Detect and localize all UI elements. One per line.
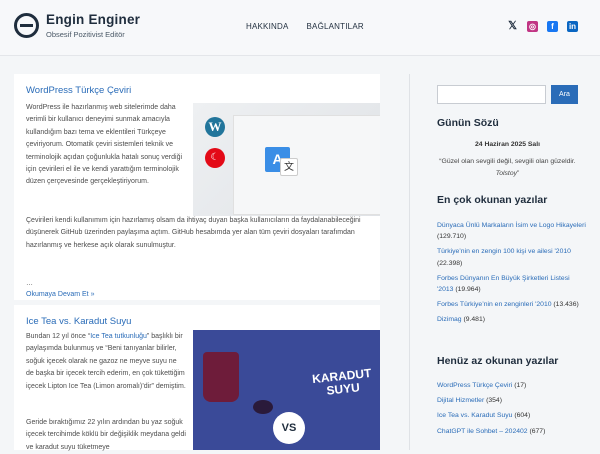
- least-read-heading: Henüz az okunan yazılar: [437, 355, 559, 367]
- list-item[interactable]: Dünyaca Ünlü Markaların İsim ve Logo Hik…: [437, 220, 587, 242]
- list-item-count: (354): [486, 397, 502, 405]
- most-read-heading: En çok okunan yazılar: [437, 194, 548, 206]
- image-caption-text: KARADUT SUYU: [311, 365, 372, 398]
- quote-heading: Günün Sözü: [437, 117, 499, 129]
- turkey-flag-icon: ☾: [205, 148, 225, 168]
- list-item[interactable]: Dijital Hizmetler (354): [437, 395, 587, 406]
- post-excerpt-2: Çevirileri kendi kullanımım için hazırla…: [26, 215, 376, 252]
- read-more-link[interactable]: Okumaya Devam Et »: [26, 291, 94, 298]
- linkedin-icon[interactable]: in: [567, 21, 578, 32]
- nav-item-baglantilar[interactable]: BAĞLANTILAR: [307, 22, 364, 31]
- list-item-count: (17): [514, 382, 527, 389]
- list-item-count: (9.481): [463, 316, 485, 324]
- post-excerpt-2: Geride bıraktığımız 22 yılın ardından bu…: [26, 419, 186, 451]
- social-links: 𝕏 ◎ f in: [507, 21, 578, 32]
- post-ellipsis: …: [26, 280, 33, 287]
- translate-ui-illustration: [233, 115, 380, 215]
- drink-glass-illustration: [203, 352, 239, 402]
- quote-text: “Güzel olan sevgili değil, sevgili olan …: [437, 156, 578, 179]
- site-header: Engin Enginer Obsesif Pozitivist Editör …: [0, 0, 600, 56]
- list-item-count: (13.436): [553, 301, 579, 309]
- post-excerpt: Bundan 12 yıl önce “Ice Tea tutkunluğu” …: [26, 331, 186, 393]
- x-icon[interactable]: 𝕏: [507, 21, 518, 32]
- wordpress-icon: W: [205, 117, 225, 137]
- list-item-count: (22.398): [437, 259, 463, 267]
- post-title[interactable]: WordPress Türkçe Çeviri: [26, 85, 131, 96]
- list-item[interactable]: ChatGPT ile Sohbet – 202402 (677): [437, 426, 587, 437]
- vs-badge: VS: [273, 412, 305, 444]
- quote-date: 24 Haziran 2025 Salı: [475, 141, 540, 148]
- list-item[interactable]: Türkiye’nin en zengin 100 kişi ve ailesi…: [437, 246, 587, 268]
- post-excerpt-2-text: Çevirileri kendi kullanımım için hazırla…: [26, 217, 361, 249]
- search-button[interactable]: Ara: [551, 85, 578, 104]
- column-divider: [409, 74, 410, 450]
- translate-target-icon: 文: [280, 158, 298, 176]
- site-tagline: Obsesif Pozitivist Editör: [46, 30, 125, 39]
- list-item-title[interactable]: WordPress Türkçe Çeviri: [437, 382, 512, 389]
- least-read-list: WordPress Türkçe Çeviri (17) Dijital Hiz…: [437, 380, 587, 441]
- post-featured-image[interactable]: W ☾ A 文: [193, 103, 380, 216]
- post-inline-link[interactable]: Ice Tea tutkunluğu: [90, 333, 147, 340]
- post-card: WordPress Türkçe Çeviri WordPress ile ha…: [14, 74, 380, 300]
- quote-author: Tolstoy: [495, 169, 518, 177]
- post-card: Ice Tea vs. Karadut Suyu Bundan 12 yıl ö…: [14, 305, 380, 451]
- post-excerpt-post: ” başlıklı bir paylaşımda bulunmuş ve “B…: [26, 333, 186, 390]
- most-read-list: Dünyaca Ünlü Markaların İsim ve Logo Hik…: [437, 220, 587, 330]
- list-item-title[interactable]: Ice Tea vs. Karadut Suyu: [437, 412, 512, 419]
- list-item-title[interactable]: Türkiye’nin en zengin 100 kişi ve ailesi…: [437, 248, 571, 255]
- list-item-count: (604): [514, 412, 531, 420]
- list-item[interactable]: Dizimag (9.481): [437, 314, 587, 325]
- list-item-title[interactable]: Dijital Hizmetler: [437, 397, 484, 404]
- quote-close: ”: [517, 169, 520, 177]
- instagram-icon[interactable]: ◎: [527, 21, 538, 32]
- list-item[interactable]: WordPress Türkçe Çeviri (17): [437, 380, 587, 391]
- post-excerpt: WordPress ile hazırlanmış web sitelerimd…: [26, 104, 183, 186]
- list-item-count: (129.710): [437, 233, 467, 241]
- list-item[interactable]: Forbes Türkiye’nin en zenginleri '2010 (…: [437, 299, 587, 310]
- list-item-count: (19.964): [455, 286, 481, 294]
- main-nav: HAKKINDA BAĞLANTILAR: [246, 22, 364, 31]
- quote-body: “Güzel olan sevgili değil, sevgili olan …: [439, 158, 576, 165]
- list-item-count: (677): [529, 427, 546, 435]
- post-excerpt-pre: Bundan 12 yıl önce “: [26, 333, 91, 340]
- nav-item-hakkinda[interactable]: HAKKINDA: [246, 22, 289, 31]
- facebook-icon[interactable]: f: [547, 21, 558, 32]
- list-item[interactable]: Ice Tea vs. Karadut Suyu (604): [437, 410, 587, 421]
- site-logo-icon[interactable]: [14, 13, 39, 38]
- search-input[interactable]: [437, 85, 546, 104]
- post-featured-image[interactable]: KARADUT SUYU VS: [193, 330, 380, 450]
- list-item-title[interactable]: Dizimag: [437, 316, 462, 323]
- list-item-title[interactable]: Forbes Türkiye’nin en zenginleri '2010: [437, 301, 552, 308]
- list-item-title[interactable]: Dünyaca Ünlü Markaların İsim ve Logo Hik…: [437, 222, 586, 229]
- post-title[interactable]: Ice Tea vs. Karadut Suyu: [26, 316, 131, 327]
- list-item[interactable]: Forbes Dünyanın En Büyük Şirketleri List…: [437, 273, 587, 295]
- site-title[interactable]: Engin Enginer: [46, 12, 140, 27]
- list-item-title[interactable]: ChatGPT ile Sohbet – 202402: [437, 428, 528, 435]
- berries-illustration: [253, 400, 273, 414]
